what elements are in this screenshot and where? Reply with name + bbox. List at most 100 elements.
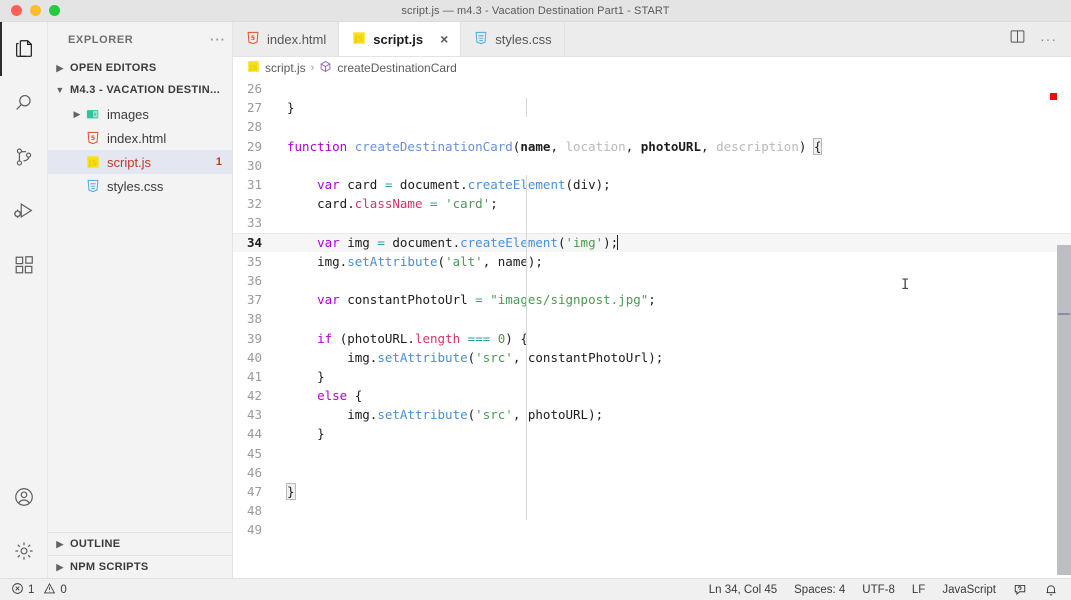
code-line: 31 var card = document.createElement(div…: [233, 175, 1071, 194]
code-line: 41 }: [233, 367, 1071, 386]
close-tab-button[interactable]: ×: [440, 32, 448, 46]
status-cursor-position[interactable]: Ln 34, Col 45: [709, 584, 777, 596]
status-encoding[interactable]: UTF-8: [862, 584, 895, 596]
tree-item-label: script.js: [107, 154, 152, 170]
activity-item-extensions[interactable]: [0, 238, 48, 292]
activity-item-run-debug[interactable]: [0, 184, 48, 238]
svg-text:5: 5: [91, 135, 95, 142]
folder-icon: [84, 107, 102, 121]
code-lines: 26 27 } 28 29 function createDestination…: [233, 79, 1071, 540]
chevron-right-icon: ▶: [56, 561, 64, 572]
code-line: 43 img.setAttribute('src', photoURL);: [233, 405, 1071, 424]
sidebar-section-npm-scripts[interactable]: ▶ NPM SCRIPTS: [48, 555, 232, 578]
indent-guide: [526, 98, 527, 118]
tree-item-script-js[interactable]: JS script.js 1: [48, 150, 232, 174]
sidebar: EXPLORER ··· ▶ OPEN EDITORS ▼ M4.3 - VAC…: [48, 22, 233, 578]
line-number: 43: [246, 407, 262, 423]
extensions-icon: [13, 254, 35, 276]
line-number: 38: [246, 311, 262, 327]
sidebar-more-actions-icon[interactable]: ···: [210, 32, 226, 47]
line-content: var img = document.createElement('img');: [317, 234, 619, 250]
line-content: img.setAttribute('src', photoURL);: [347, 407, 604, 423]
line-content: card.className = 'card';: [317, 196, 498, 212]
svg-text:5: 5: [251, 35, 255, 42]
warning-count: 0: [60, 583, 67, 596]
tab-script-js[interactable]: JS script.js ×: [339, 22, 462, 56]
gear-icon: [13, 540, 35, 562]
code-line: 29 function createDestinationCard(name, …: [233, 137, 1071, 156]
chevron-right-icon: ▶: [56, 62, 64, 73]
indent-guide: [526, 175, 527, 482]
js-icon: JS: [84, 155, 102, 169]
breadcrumb: JS script.js › createDestinationCard: [233, 57, 1071, 79]
line-number: 46: [246, 464, 262, 480]
split-editor-icon[interactable]: [1009, 28, 1026, 50]
text-cursor: [617, 234, 619, 250]
overview-error-marker[interactable]: [1050, 93, 1057, 100]
line-content: else {: [317, 388, 363, 404]
sidebar-section-folder[interactable]: ▼ M4.3 - VACATION DESTIN...: [48, 79, 232, 101]
sidebar-header: EXPLORER ···: [48, 22, 232, 57]
tree-item-images[interactable]: ▶ images: [48, 102, 232, 126]
code-editor[interactable]: 26 27 } 28 29 function createDestination…: [233, 79, 1071, 578]
tree-item-label: styles.css: [107, 178, 164, 194]
activity-item-search[interactable]: [0, 76, 48, 130]
tree-item-index-html[interactable]: 5 index.html: [48, 126, 232, 150]
sidebar-section-open-editors[interactable]: ▶ OPEN EDITORS: [48, 57, 232, 79]
overview-ruler[interactable]: [1050, 79, 1057, 578]
tree-item-styles-css[interactable]: styles.css: [48, 174, 232, 198]
breadcrumb-file[interactable]: script.js: [265, 61, 306, 75]
status-eol[interactable]: LF: [912, 584, 925, 596]
symbol-function-icon: [319, 60, 332, 76]
activity-item-accounts[interactable]: [0, 470, 48, 524]
status-language-mode[interactable]: JavaScript: [942, 584, 996, 596]
warning-icon: [43, 582, 56, 598]
activity-item-source-control[interactable]: [0, 130, 48, 184]
code-line: 45: [233, 444, 1071, 463]
code-line: 37 var constantPhotoUrl = "images/signpo…: [233, 290, 1071, 309]
editor-scrollbar[interactable]: [1057, 79, 1071, 578]
line-number: 26: [246, 81, 262, 97]
line-number: 42: [246, 388, 262, 404]
activity-item-explorer[interactable]: [0, 22, 48, 76]
bell-icon[interactable]: [1044, 583, 1058, 597]
code-line: 27 }: [233, 98, 1071, 117]
code-line-current: 34 var img = document.createElement('img…: [233, 232, 1071, 252]
svg-text:JS: JS: [88, 159, 98, 168]
code-line: 32 card.className = 'card';: [233, 194, 1071, 213]
status-problems[interactable]: 1 0: [11, 582, 67, 598]
sidebar-section-label: M4.3 - VACATION DESTIN...: [70, 84, 221, 96]
code-line: 28: [233, 117, 1071, 136]
sidebar-section-label: OUTLINE: [70, 538, 121, 550]
activity-item-settings[interactable]: [0, 524, 48, 578]
code-line: 42 else {: [233, 386, 1071, 405]
html-icon: 5: [246, 31, 260, 48]
chevron-down-icon: ▼: [55, 85, 65, 95]
line-number: 47: [246, 484, 262, 500]
tab-styles-css[interactable]: styles.css: [461, 22, 565, 56]
breadcrumb-symbol[interactable]: createDestinationCard: [337, 61, 456, 75]
error-badge: 1: [215, 156, 222, 168]
line-number: 30: [246, 157, 262, 173]
status-bar-right: Ln 34, Col 45 Spaces: 4 UTF-8 LF JavaScr…: [709, 583, 1071, 597]
error-count: 1: [28, 583, 35, 596]
editor-more-actions-icon[interactable]: ···: [1040, 31, 1057, 47]
line-number: 39: [246, 330, 262, 346]
line-number: 31: [246, 177, 262, 193]
status-bar-left: 1 0: [0, 582, 67, 598]
run-debug-icon: [13, 200, 35, 222]
chevron-right-icon: ›: [310, 62, 315, 74]
code-line: 48: [233, 501, 1071, 520]
activity-bar: [0, 22, 48, 578]
line-content: function createDestinationCard(name, loc…: [287, 137, 823, 155]
tab-index-html[interactable]: 5 index.html: [233, 22, 340, 56]
chevron-right-icon: ▶: [56, 538, 64, 549]
code-line: 39 if (photoURL.length === 0) {: [233, 328, 1071, 347]
error-icon: [11, 582, 24, 598]
sidebar-section-outline[interactable]: ▶ OUTLINE: [48, 532, 232, 555]
scrollbar-thumb[interactable]: [1057, 245, 1071, 575]
sidebar-section-label: NPM SCRIPTS: [70, 561, 149, 573]
line-number: 49: [246, 522, 262, 538]
feedback-icon[interactable]: [1013, 583, 1027, 597]
status-indentation[interactable]: Spaces: 4: [794, 584, 845, 596]
